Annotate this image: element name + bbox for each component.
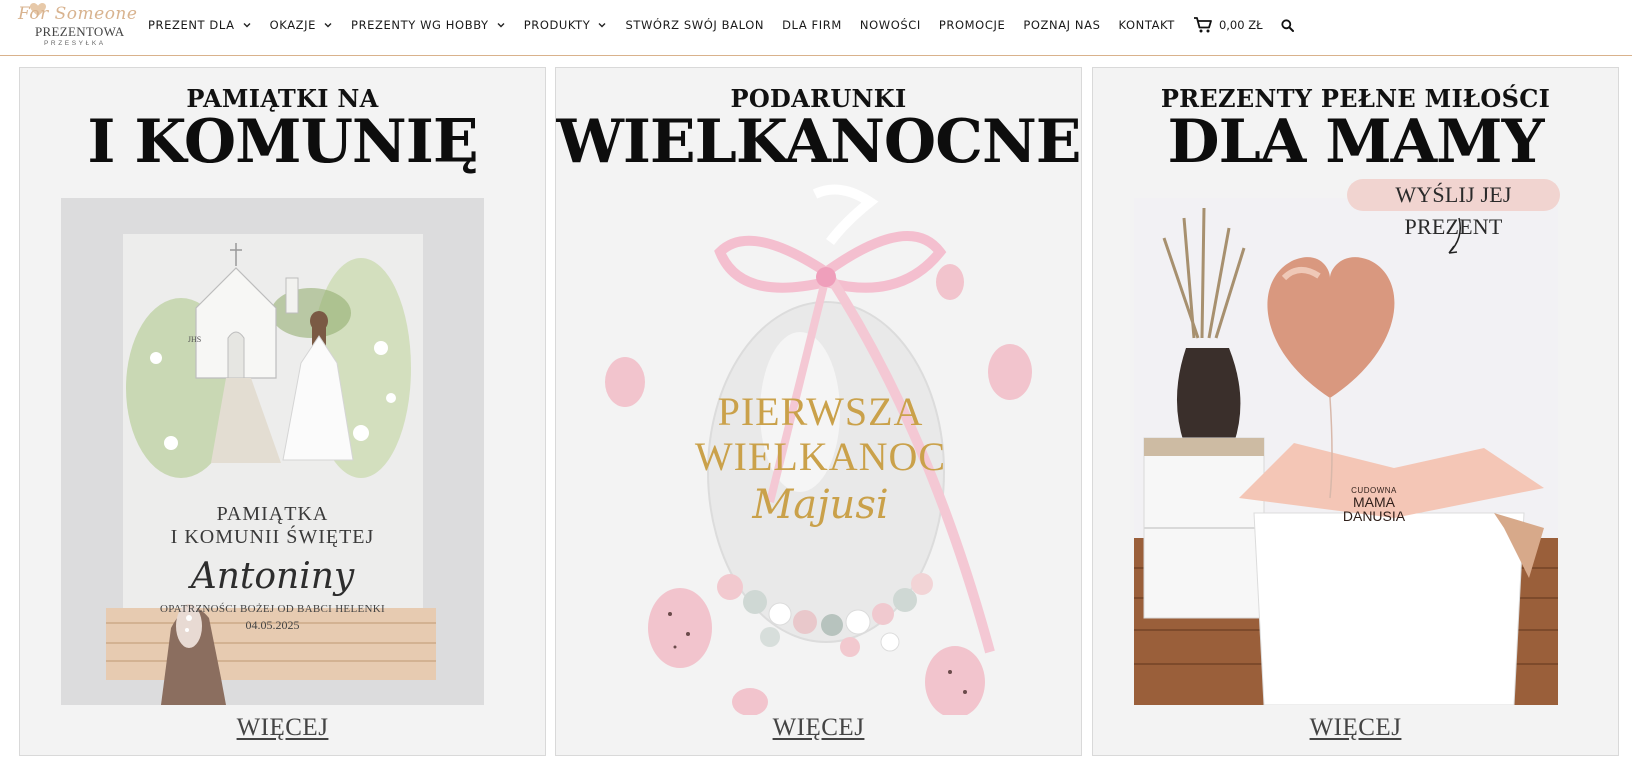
logo-name: PREZENTOWA bbox=[35, 24, 125, 39]
nav-item-label: NOWOŚCI bbox=[859, 18, 921, 32]
plaque-dedication: OPATRZNOŚCI BOŻEJ OD BABCI HELENKI bbox=[160, 603, 385, 615]
promo-card-komunia[interactable]: PAMIĄTKI NA I KOMUNIĘ PAMIĄTKA I KOMUNII… bbox=[19, 67, 546, 756]
nav-item-stworz-swoj-balon[interactable]: STWÓRZ SWÓJ BALON bbox=[625, 18, 764, 32]
chevron-down-icon bbox=[243, 23, 251, 28]
nav-item-dla-firm[interactable]: DLA FIRM bbox=[782, 18, 842, 32]
nav-item-prezent-dla[interactable]: PREZENT DLA bbox=[148, 18, 252, 32]
nav-item-prezenty-wg-hobby[interactable]: PREZENTY WG HOBBY bbox=[351, 18, 506, 32]
balloon-label-line-2: DANUSIA bbox=[1342, 508, 1406, 524]
card-more-link[interactable]: WIĘCEJ bbox=[556, 714, 1081, 742]
product-photo-mom-balloon-box: CUDOWNA MAMA DANUSIA bbox=[1134, 198, 1558, 705]
balloon-label-line-1: MAMA bbox=[1353, 494, 1395, 510]
plaque-heading-line-1: PAMIĄTKA bbox=[216, 503, 329, 525]
logo-subtitle: PRZESYŁKA bbox=[44, 40, 106, 47]
plaque-heading-line-2: I KOMUNII ŚWIĘTEJ bbox=[170, 526, 375, 548]
product-photo-communion-plaque: PAMIĄTKA I KOMUNII ŚWIĘTEJ Antoniny OPAT… bbox=[61, 198, 484, 705]
card-title: DLA MAMY bbox=[1167, 107, 1545, 177]
cart-total: 0,00 ZŁ bbox=[1218, 18, 1263, 32]
logo-script: For Someone bbox=[18, 4, 138, 24]
nav-item-label: KONTAKT bbox=[1118, 18, 1175, 32]
chevron-down-icon bbox=[598, 23, 606, 28]
chapel-sign: JHS bbox=[187, 335, 202, 344]
nav-item-label: PREZENT DLA bbox=[148, 18, 235, 32]
cart-button[interactable]: 0,00 ZŁ bbox=[1193, 16, 1263, 34]
card-title: I KOMUNIĘ bbox=[87, 107, 478, 177]
nav-item-label: POZNAJ NAS bbox=[1023, 18, 1101, 32]
promo-card-wielkanoc[interactable]: PODARUNKI WIELKANOCNE PIERWSZA WIELKANOC… bbox=[555, 67, 1082, 756]
nav-item-label: PRODUKTY bbox=[523, 18, 591, 32]
nav-item-kontakt[interactable]: KONTAKT bbox=[1118, 18, 1174, 32]
site-header: For Someone PREZENTOWA PRZESYŁKA PREZENT… bbox=[0, 0, 1632, 56]
search-icon[interactable] bbox=[1280, 18, 1294, 32]
nav-item-promocje[interactable]: PROMOCJE bbox=[939, 18, 1005, 32]
balloon-print: PIERWSZA WIELKANOC bbox=[600, 389, 1041, 480]
send-gift-badge: WYŚLIJ JEJ PREZENT bbox=[1347, 179, 1560, 239]
promo-card-dla-mamy[interactable]: PREZENTY PEŁNE MIŁOŚCI DLA MAMY CUDOWNA … bbox=[1092, 67, 1619, 756]
chevron-down-icon bbox=[324, 23, 332, 28]
plaque-heading: PAMIĄTKA I KOMUNII ŚWIĘTEJ bbox=[61, 503, 484, 549]
nav-item-poznaj-nas[interactable]: POZNAJ NAS bbox=[1023, 18, 1100, 32]
nav-item-label: DLA FIRM bbox=[782, 18, 842, 32]
nav-item-label: PREZENTY WG HOBBY bbox=[351, 18, 489, 32]
card-title: WIELKANOCNE bbox=[556, 107, 1081, 177]
cart-icon bbox=[1193, 17, 1212, 33]
nav-item-nowosci[interactable]: NOWOŚCI bbox=[860, 18, 921, 32]
site-logo[interactable]: For Someone PREZENTOWA PRZESYŁKA bbox=[18, 2, 137, 50]
nav-item-label: OKAZJE bbox=[269, 18, 317, 32]
card-more-link[interactable]: WIĘCEJ bbox=[1093, 714, 1618, 742]
nav-item-label: STWÓRZ SWÓJ BALON bbox=[625, 18, 765, 32]
product-photo-easter-balloon: PIERWSZA WIELKANOC Majusi bbox=[600, 182, 1041, 715]
plaque-date: 04.05.2025 bbox=[245, 618, 300, 632]
balloon-print-line-1: PIERWSZA bbox=[717, 389, 924, 434]
main-nav: PREZENT DLA OKAZJE PREZENTY WG HOBBY PRO… bbox=[148, 16, 1294, 34]
nav-item-okazje[interactable]: OKAZJE bbox=[270, 18, 333, 32]
card-more-link[interactable]: WIĘCEJ bbox=[20, 714, 545, 742]
chevron-down-icon bbox=[497, 23, 505, 28]
balloon-label: CUDOWNA MAMA DANUSIA bbox=[1324, 486, 1424, 523]
balloon-print-line-2: WIELKANOC bbox=[694, 433, 947, 479]
balloon-print-name: Majusi bbox=[752, 482, 889, 528]
nav-item-produkty[interactable]: PRODUKTY bbox=[524, 18, 608, 32]
nav-item-label: PROMOCJE bbox=[938, 18, 1006, 32]
plaque-name: Antoniny bbox=[190, 556, 355, 597]
